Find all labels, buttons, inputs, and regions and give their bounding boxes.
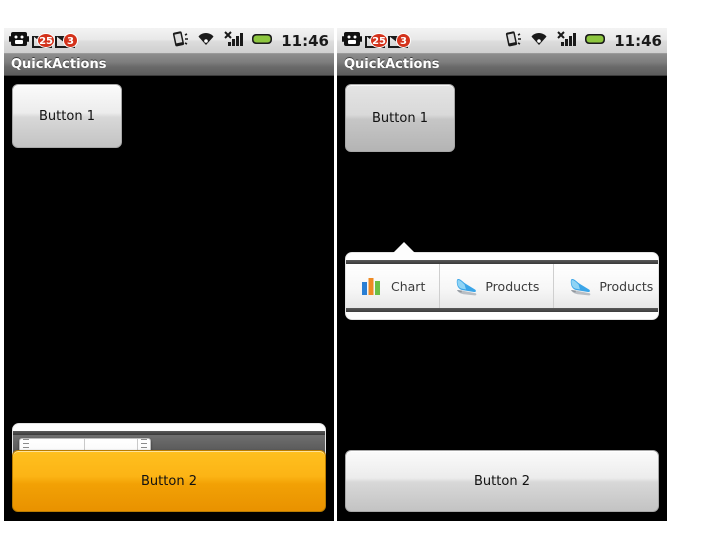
quickaction-item-products[interactable]: Products — [554, 264, 658, 308]
status-bar-right-icons: 11:46 — [503, 30, 662, 52]
app-title: QuickActions — [344, 57, 440, 72]
status-bar-left-icons: 25 3 — [342, 30, 411, 52]
quickaction-top-edge — [13, 424, 325, 431]
quickaction-item-products[interactable]: Products — [440, 264, 555, 308]
app-title: QuickActions — [11, 57, 107, 72]
shoe-icon — [454, 275, 477, 297]
status-bar-right: 25 3 11:46 — [337, 28, 667, 54]
shoe-icon — [568, 275, 591, 297]
button-1[interactable]: Button 1 — [12, 84, 122, 148]
app-content-right: Button 1 Chart Products Products Button … — [337, 76, 667, 520]
app-title-bar-left: QuickActions — [4, 54, 334, 76]
message-badge-count: 25 — [37, 32, 55, 48]
status-bar-clock: 11:46 — [614, 31, 662, 50]
status-bar-clock: 11:46 — [281, 31, 329, 50]
android-robot-icon — [342, 30, 364, 52]
message-icon: 3 — [55, 32, 78, 50]
quickaction-arrow-up-icon — [393, 242, 415, 253]
quickaction-popup-right: Chart Products Products — [345, 242, 659, 320]
message-icon: 25 — [32, 32, 55, 50]
quickaction-item-label: Products — [485, 278, 540, 294]
status-bar-right-icons: 11:46 — [170, 30, 329, 52]
phone-screen-left: 25 3 11:46 QuickActions Button 1 Button … — [4, 28, 334, 521]
app-title-bar-right: QuickActions — [337, 54, 667, 76]
screenshot-stage: 25 3 11:46 QuickActions Button 1 Button … — [0, 0, 722, 533]
message-icon: 25 — [365, 32, 388, 50]
message-badge-count: 3 — [63, 32, 78, 48]
quickaction-item-label: Products — [599, 278, 654, 294]
button-2[interactable]: Button 2 — [12, 450, 326, 512]
message-badge-count: 25 — [370, 32, 388, 48]
status-bar-left-icons: 25 3 — [9, 30, 78, 52]
message-icon: 3 — [388, 32, 411, 50]
signal-no-service-icon — [224, 30, 246, 52]
button-2[interactable]: Button 2 — [345, 450, 659, 512]
quickaction-item-list[interactable]: Chart Products Products — [346, 264, 658, 308]
message-badge-count: 3 — [396, 32, 411, 48]
button-1[interactable]: Button 1 — [345, 84, 455, 152]
quickaction-top-edge — [346, 253, 658, 260]
wifi-icon — [530, 30, 552, 52]
signal-no-service-icon — [557, 30, 579, 52]
battery-icon — [251, 30, 273, 52]
bar-chart-icon — [360, 275, 382, 297]
quickaction-shell: Chart Products Products — [345, 252, 659, 320]
quickaction-bottom-edge — [346, 312, 658, 319]
phone-screen-right: 25 3 11:46 QuickActions Button 1 Chart P… — [337, 28, 667, 521]
quickaction-item-label: Chart — [391, 278, 426, 294]
wifi-icon — [197, 30, 219, 52]
app-content-left: Button 1 Button 2 — [4, 76, 334, 520]
status-bar-left: 25 3 11:46 — [4, 28, 334, 54]
vibrate-icon — [170, 30, 192, 52]
vibrate-icon — [503, 30, 525, 52]
android-robot-icon — [9, 30, 31, 52]
quickaction-item-chart[interactable]: Chart — [346, 264, 441, 308]
battery-icon — [584, 30, 606, 52]
